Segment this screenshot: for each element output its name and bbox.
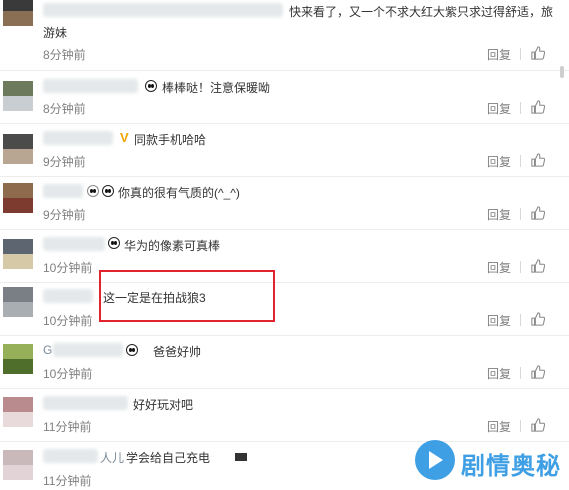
comment-time: 11分钟前 <box>43 420 92 434</box>
like-icon[interactable] <box>531 206 545 220</box>
divider <box>520 420 521 432</box>
avatar[interactable] <box>3 397 33 427</box>
comment-text: 棒棒哒！注意保暖呦 <box>162 81 271 95</box>
comment-time: 9分钟前 <box>43 208 86 222</box>
watermark-text: 剧情奥秘 <box>461 453 561 480</box>
divider <box>520 102 521 114</box>
divider <box>520 48 521 60</box>
like-icon[interactable] <box>531 365 545 379</box>
sticker-icon <box>87 185 99 197</box>
avatar[interactable] <box>3 183 33 213</box>
avatar[interactable] <box>3 134 33 164</box>
reply-button[interactable]: 回复 <box>487 365 511 382</box>
comment-text: 好好玩对吧 <box>133 398 194 412</box>
avatar[interactable] <box>3 344 33 374</box>
comment-item: 你真的很有气质的(^_^) 9分钟前 回复 <box>0 177 569 230</box>
comment-text-continued: 游妹 <box>43 26 68 40</box>
comment-time: 8分钟前 <box>43 102 86 116</box>
username-blurred[interactable] <box>43 449 98 463</box>
reply-button[interactable]: 回复 <box>487 206 511 223</box>
like-icon[interactable] <box>531 312 545 326</box>
panda-emoji-icon <box>145 80 157 92</box>
username-blurred[interactable] <box>43 396 128 410</box>
like-icon[interactable] <box>531 153 545 167</box>
watermark: 剧情奥秘 <box>415 438 565 482</box>
like-icon[interactable] <box>531 100 545 114</box>
like-icon[interactable] <box>531 46 545 60</box>
avatar[interactable] <box>3 239 33 269</box>
comment-item: 华为的像素可真棒 10分钟前 回复 <box>0 230 569 283</box>
comment-text: 快来看了，又一个不求大红大紫只求过得舒适，旅 <box>289 5 554 19</box>
username-blurred[interactable] <box>43 184 83 198</box>
avatar[interactable] <box>3 450 33 480</box>
comment-item: V 同款手机哈哈 9分钟前 回复 <box>0 124 569 177</box>
username-blurred[interactable] <box>43 237 105 251</box>
divider <box>520 155 521 167</box>
username-partial[interactable]: 人儿 <box>100 449 124 466</box>
comment-item: 这一定是在拍战狼3 10分钟前 回复 <box>0 283 569 336</box>
reply-button[interactable]: 回复 <box>487 259 511 276</box>
comment-time: 10分钟前 <box>43 367 93 381</box>
divider <box>520 208 521 220</box>
comment-time: 11分钟前 <box>43 474 92 488</box>
panda-emoji-icon <box>126 344 138 356</box>
reply-button[interactable]: 回复 <box>487 312 511 329</box>
panda-emoji-icon <box>108 237 120 249</box>
comment-text: 同款手机哈哈 <box>134 133 207 147</box>
verified-v-icon: V <box>120 130 129 145</box>
comment-item: G 爸爸好帅 10分钟前 回复 <box>0 336 569 389</box>
divider <box>520 261 521 273</box>
comment-item: 好好玩对吧 11分钟前 回复 <box>0 389 569 442</box>
comment-time: 8分钟前 <box>43 48 86 62</box>
avatar[interactable] <box>3 0 33 26</box>
comment-text: 学会给自己充电 <box>126 451 211 465</box>
play-logo-icon <box>415 440 455 480</box>
comment-text: 华为的像素可真棒 <box>124 239 221 253</box>
avatar[interactable] <box>3 287 33 317</box>
username-blurred[interactable] <box>43 289 93 303</box>
username-blurred[interactable] <box>43 3 283 17</box>
reply-button[interactable]: 回复 <box>487 46 511 63</box>
reply-button[interactable]: 回复 <box>487 418 511 435</box>
panda-emoji-icon <box>102 185 114 197</box>
like-icon[interactable] <box>531 259 545 273</box>
comment-time: 9分钟前 <box>43 155 86 169</box>
red-highlight-box <box>99 270 275 322</box>
username-partial[interactable]: G <box>43 343 52 357</box>
username-blurred[interactable] <box>43 131 113 145</box>
comment-item: 快来看了，又一个不求大红大紫只求过得舒适，旅 游妹 8分钟前 回复 <box>0 0 569 71</box>
scrollbar-marker[interactable] <box>560 66 564 78</box>
like-icon[interactable] <box>531 418 545 432</box>
comment-time: 10分钟前 <box>43 261 93 275</box>
comment-text: 你真的很有气质的(^_^) <box>118 186 240 200</box>
reply-button[interactable]: 回复 <box>487 100 511 117</box>
comment-item: 棒棒哒！注意保暖呦 8分钟前 回复 <box>0 71 569 124</box>
reply-button[interactable]: 回复 <box>487 153 511 170</box>
battery-emoji-icon <box>235 453 247 461</box>
divider <box>520 314 521 326</box>
divider <box>520 367 521 379</box>
avatar[interactable] <box>3 81 33 111</box>
username-blurred[interactable] <box>43 79 138 93</box>
comment-time: 10分钟前 <box>43 314 93 328</box>
comment-text: 爸爸好帅 <box>153 345 202 359</box>
username-blurred[interactable] <box>53 343 123 357</box>
